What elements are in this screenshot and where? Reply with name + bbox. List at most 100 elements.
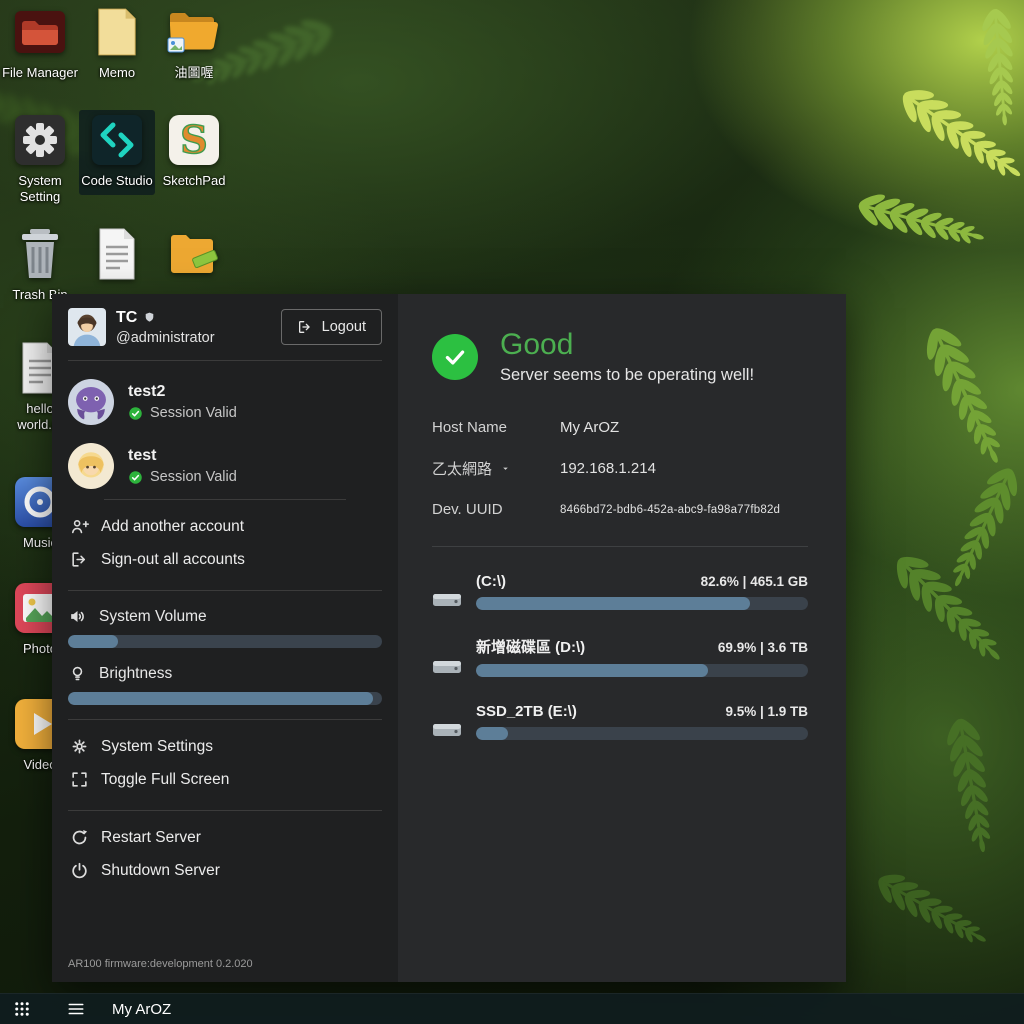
taskbar-title: My ArOZ — [112, 1001, 171, 1018]
menu-label: System Settings — [101, 738, 213, 756]
device-uuid-value: 8466bd72-bdb6-452a-abc9-fa98a77fb82d — [560, 504, 808, 516]
volume-slider-fill — [68, 635, 118, 648]
account-row-test2[interactable]: test2 Session Valid — [68, 379, 382, 425]
avatar — [68, 443, 114, 489]
disk-usage: 69.9% | 3.6 TB — [718, 640, 808, 655]
divider — [68, 719, 382, 720]
disk-usage-fill — [476, 727, 508, 740]
toggle-fullscreen-item[interactable]: Toggle Full Screen — [68, 763, 382, 796]
brightness-slider[interactable] — [68, 692, 382, 705]
network-label: 乙太網路 — [432, 458, 492, 479]
user-handle: @administrator — [116, 330, 215, 346]
desktop-icon-code-studio[interactable]: Code Studio — [79, 110, 155, 195]
account-name: test2 — [128, 383, 237, 401]
folder-pencil-icon — [156, 226, 232, 282]
divider — [104, 499, 346, 500]
desktop-icon-folder-youtuwo[interactable]: 油圖喔 — [156, 2, 232, 87]
logout-button[interactable]: Logout — [281, 309, 382, 345]
user-plus-icon — [70, 517, 89, 536]
volume-slider[interactable] — [68, 635, 382, 648]
network-interface-dropdown[interactable]: 乙太網路 — [432, 458, 560, 479]
signout-all-item[interactable]: Sign-out all accounts — [68, 543, 382, 576]
account-row-test[interactable]: test Session Valid — [68, 443, 382, 489]
memo-icon — [79, 4, 155, 60]
session-valid-icon — [128, 406, 143, 421]
brightness-label-row: Brightness — [68, 664, 382, 683]
shield-icon — [143, 311, 156, 324]
disk-name: 新增磁碟區 (D:\) — [476, 636, 585, 657]
slider-label: Brightness — [99, 665, 172, 683]
current-user-header: TC @administrator Logout — [68, 308, 382, 346]
drive-icon — [432, 588, 464, 610]
ip-address-value: 192.168.1.214 — [560, 460, 808, 477]
disk-row-c: (C:\) 82.6% | 465.1 GB — [432, 573, 808, 610]
file-manager-icon — [2, 4, 78, 60]
trash-icon — [2, 226, 78, 282]
taskbar-menu-button[interactable] — [54, 994, 98, 1024]
disk-row-d: 新增磁碟區 (D:\) 69.9% | 3.6 TB — [432, 636, 808, 677]
desktop: File Manager Memo 油圖喔 System Setting Cod… — [0, 0, 1024, 1024]
disk-usage-bar — [476, 597, 808, 610]
host-name-label: Host Name — [432, 419, 560, 436]
volume-icon — [68, 607, 87, 626]
gear-tile-icon — [2, 112, 78, 168]
restart-server-item[interactable]: Restart Server — [68, 821, 382, 854]
device-uuid-label: Dev. UUID — [432, 501, 560, 518]
user-name: TC — [116, 309, 137, 327]
desktop-icon-file-manager[interactable]: File Manager — [2, 2, 78, 87]
avatar — [68, 308, 106, 346]
divider — [68, 590, 382, 591]
divider — [68, 360, 382, 361]
power-icon — [70, 861, 89, 880]
disk-row-e: SSD_2TB (E:\) 9.5% | 1.9 TB — [432, 703, 808, 740]
host-name-value: My ArOZ — [560, 419, 808, 436]
desktop-icon-sketchpad[interactable]: S SketchPad — [156, 110, 232, 195]
add-account-item[interactable]: Add another account — [68, 510, 382, 543]
desktop-icon-label: Code Studio — [79, 173, 155, 189]
menu-label: Add another account — [101, 518, 244, 536]
desktop-icon-label: 油圖喔 — [156, 65, 232, 81]
brightness-icon — [68, 664, 87, 683]
menu-label: Restart Server — [101, 829, 201, 847]
disk-name: (C:\) — [476, 573, 506, 590]
system-settings-item[interactable]: System Settings — [68, 730, 382, 763]
disk-name: SSD_2TB (E:\) — [476, 703, 577, 720]
account-name: test — [128, 447, 237, 465]
disk-usage: 9.5% | 1.9 TB — [725, 704, 808, 719]
start-menu-button[interactable] — [0, 994, 44, 1024]
taskbar: My ArOZ — [0, 993, 1024, 1024]
chevron-down-icon — [500, 463, 511, 474]
firmware-version: AR100 firmware:development 0.2.020 — [68, 948, 382, 970]
hamburger-icon — [67, 1000, 85, 1018]
slider-label: System Volume — [99, 608, 207, 626]
disk-usage-bar — [476, 727, 808, 740]
desktop-icon-memo[interactable]: Memo — [79, 2, 155, 87]
disk-usage: 82.6% | 465.1 GB — [701, 574, 808, 589]
drive-icon — [432, 718, 464, 740]
logout-label: Logout — [322, 319, 366, 335]
session-status: Session Valid — [150, 469, 237, 485]
divider — [68, 810, 382, 811]
desktop-icon-label: File Manager — [2, 65, 78, 81]
logout-icon — [297, 319, 313, 335]
status-message: Server seems to be operating well! — [500, 366, 754, 385]
session-status: Session Valid — [150, 405, 237, 421]
restart-icon — [70, 828, 89, 847]
desktop-icon-label: SketchPad — [156, 173, 232, 189]
avatar — [68, 379, 114, 425]
desktop-icon-system-setting[interactable]: System Setting — [2, 110, 78, 212]
desktop-icon-folder-edit[interactable] — [156, 224, 232, 293]
disk-usage-fill — [476, 597, 750, 610]
grid-icon — [13, 1000, 31, 1018]
shutdown-server-item[interactable]: Shutdown Server — [68, 854, 382, 887]
server-info-grid: Host Name My ArOZ 乙太網路 192.168.1.214 Dev… — [432, 419, 808, 518]
gear-icon — [70, 737, 89, 756]
server-status-header: Good Server seems to be operating well! — [432, 328, 808, 385]
panel-left-column: TC @administrator Logout test2 Session V… — [52, 294, 398, 982]
desktop-icon-document[interactable] — [79, 224, 155, 293]
session-valid-icon — [128, 470, 143, 485]
svg-text:S: S — [180, 117, 207, 162]
sign-out-icon — [70, 550, 89, 569]
brightness-slider-fill — [68, 692, 373, 705]
fullscreen-icon — [70, 770, 89, 789]
